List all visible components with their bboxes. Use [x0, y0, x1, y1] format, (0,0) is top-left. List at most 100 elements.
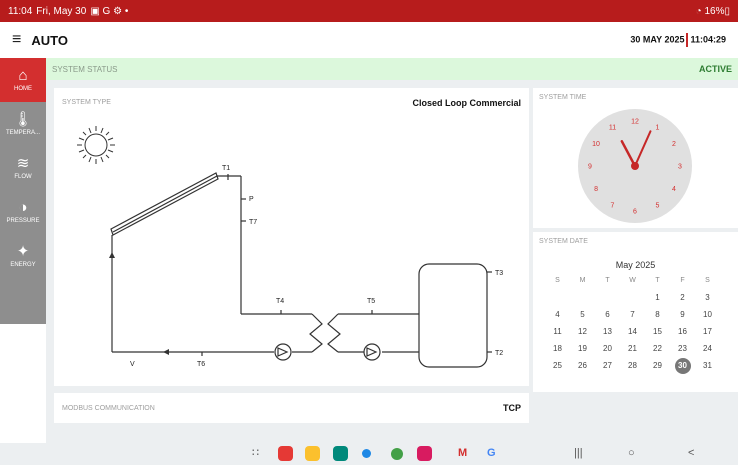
status-date: Fri, May 30: [36, 5, 87, 17]
sidebar-item-label: TEMPERA...: [5, 130, 40, 136]
pump-icon-secondary: [363, 343, 381, 361]
calendar-day[interactable]: 3: [695, 293, 720, 302]
clock-number: 2: [672, 141, 676, 148]
chrome-app-icon[interactable]: [391, 448, 403, 460]
calendar-day[interactable]: 13: [595, 327, 620, 336]
calendar-day[interactable]: 26: [570, 361, 595, 370]
sidebar-item-label: ENERGY: [10, 262, 36, 268]
calendar-day[interactable]: 28: [620, 361, 645, 370]
calendar-day[interactable]: 6: [595, 310, 620, 319]
system-type-card: SYSTEM TYPE Closed Loop Commercial T1 P …: [54, 88, 529, 386]
calendar-day[interactable]: 22: [645, 344, 670, 353]
modbus-card: MODBUS COMMUNICATION TCP: [54, 393, 529, 423]
flow-arrow-up: [109, 252, 115, 258]
calendar-day[interactable]: 12: [570, 327, 595, 336]
system-date-label: SYSTEM DATE: [539, 238, 588, 245]
header-datetime: 30 MAY 2025 11:04:29: [630, 33, 726, 47]
sensor-label-p: P: [249, 196, 254, 203]
calendar-day[interactable]: 18: [545, 344, 570, 353]
calendar-weekday: T: [655, 277, 660, 284]
calendar-day[interactable]: 21: [620, 344, 645, 353]
calendar-day[interactable]: 19: [570, 344, 595, 353]
back-button[interactable]: <: [688, 447, 694, 459]
calendar-weekday: F: [680, 277, 685, 284]
calendar-day[interactable]: 11: [545, 327, 570, 336]
messages-app-icon[interactable]: [362, 449, 371, 458]
pump-icon-primary: [274, 343, 292, 361]
recent-apps-button[interactable]: |||: [574, 447, 583, 459]
clock-number: 8: [594, 186, 598, 193]
sidebar-item-label: PRESSURE: [6, 218, 40, 224]
calendar-day[interactable]: 8: [645, 310, 670, 319]
calendar-day[interactable]: 1: [645, 293, 670, 302]
clock-number: 12: [631, 119, 639, 126]
calendar-day[interactable]: 9: [670, 310, 695, 319]
flow-arrow-left: [163, 349, 169, 355]
sidebar-item-flow[interactable]: ≋ FLOW: [0, 146, 46, 190]
calendar-day[interactable]: 7: [620, 310, 645, 319]
calendar-weekday: S: [555, 277, 560, 284]
flow-waves-icon: ≋: [16, 155, 30, 172]
datetime-separator: [686, 33, 689, 47]
app-icon-red[interactable]: [278, 446, 293, 461]
calendar-day[interactable]: 2: [670, 293, 695, 302]
calendar-day[interactable]: 10: [695, 310, 720, 319]
sidebar-item-pressure[interactable]: ◑ PRESSURE: [0, 190, 46, 234]
calendar-grid: S M T W T F S 1 2 3 4 5 6 7 8 9 10 11 12 13 14 15 16 17 18 19 20 21…: [545, 272, 720, 374]
thermometer-icon: 🌡: [13, 111, 33, 128]
calendar-day[interactable]: 25: [545, 361, 570, 370]
calendar-selected-day[interactable]: 30: [674, 357, 691, 374]
clock-number: 7: [611, 202, 615, 209]
calendar-weekday: T: [605, 277, 610, 284]
notification-icons: ▣ G ⚙ •: [90, 5, 129, 17]
app-icon-pink[interactable]: [417, 446, 432, 461]
sidebar-item-energy[interactable]: ✦ ENERGY: [0, 234, 46, 278]
clock-number: 1: [656, 125, 660, 132]
calendar-day[interactable]: 5: [570, 310, 595, 319]
app-icon-yellow[interactable]: [305, 446, 320, 461]
calendar-day[interactable]: 15: [645, 327, 670, 336]
piping: [111, 174, 492, 368]
clock-number: 3: [678, 164, 682, 171]
calendar-app-icon[interactable]: [333, 446, 348, 461]
calendar-weekday: W: [629, 277, 636, 284]
calendar-day[interactable]: 23: [670, 344, 695, 353]
home-button[interactable]: ○: [628, 447, 635, 459]
calendar-day[interactable]: 27: [595, 361, 620, 370]
sidebar-item-home[interactable]: ⌂ HOME: [0, 58, 46, 102]
apps-grid-icon[interactable]: ∷: [252, 446, 259, 459]
clock-number: 6: [633, 209, 637, 216]
status-time: 11:04: [8, 5, 33, 17]
calendar-day[interactable]: 16: [670, 327, 695, 336]
modbus-value: TCP: [503, 403, 521, 413]
calendar-day[interactable]: 30: [670, 357, 695, 374]
hamburger-menu-icon[interactable]: ≡: [12, 31, 21, 49]
clock-number: 9: [588, 164, 592, 171]
header-date: 30 MAY 2025: [630, 34, 685, 45]
sensor-label-t3: T3: [495, 270, 503, 277]
google-app-icon[interactable]: G: [487, 447, 496, 459]
calendar-day[interactable]: 29: [645, 361, 670, 370]
sensor-label-t2: T2: [495, 350, 503, 357]
home-icon: ⌂: [18, 67, 28, 84]
calendar-day[interactable]: 24: [695, 344, 720, 353]
clock-number: 4: [672, 186, 676, 193]
calendar-day[interactable]: 14: [620, 327, 645, 336]
calendar-day[interactable]: 17: [695, 327, 720, 336]
calendar-month-title: May 2025: [615, 260, 656, 270]
calendar-day[interactable]: 4: [545, 310, 570, 319]
android-status-bar: 11:04 Fri, May 30 ▣ G ⚙ • ◔ 16%▯: [0, 0, 738, 22]
sensor-label-t7: T7: [249, 219, 257, 226]
header-time: 11:04:29: [690, 34, 726, 45]
sidebar-item-temperature[interactable]: 🌡 TEMPERA...: [0, 102, 46, 146]
app-bar: ≡ AUTO 30 MAY 2025 11:04:29: [0, 22, 738, 58]
sensor-label-t1: T1: [222, 165, 230, 172]
system-status-label: SYSTEM STATUS: [52, 64, 118, 74]
sensor-label-t6: T6: [197, 361, 205, 368]
calendar-day[interactable]: 31: [695, 361, 720, 370]
page-title: AUTO: [31, 32, 68, 48]
system-schematic: T1 P T7 T4 T5 T3 T2 T6 V: [77, 126, 503, 368]
calendar-day[interactable]: 20: [595, 344, 620, 353]
gmail-app-icon[interactable]: M: [458, 447, 467, 459]
modbus-label: MODBUS COMMUNICATION: [62, 405, 155, 412]
